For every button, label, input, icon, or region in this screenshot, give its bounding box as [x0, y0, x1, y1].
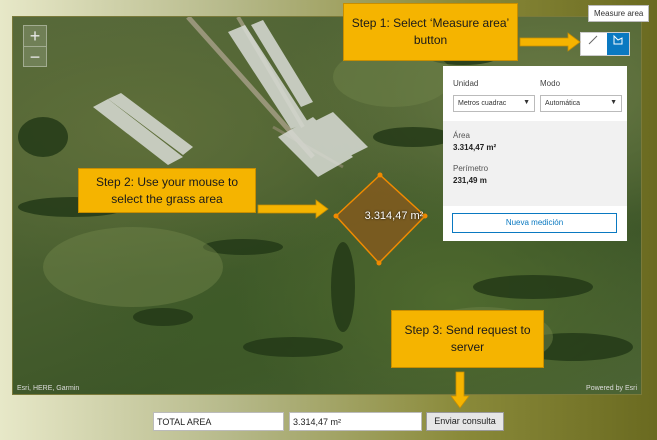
step2-callout: Step 2: Use your mouse to select the gra… [78, 168, 256, 213]
step3-callout: Step 3: Send request to server [391, 310, 544, 368]
mode-select[interactable]: Automática ▼ [540, 95, 622, 112]
powered-by-link[interactable]: Powered by Esri [586, 385, 637, 392]
measure-toolbar [580, 32, 630, 56]
ruler-icon[interactable] [581, 33, 605, 55]
unit-select[interactable]: Metros cuadrac ▼ [453, 95, 535, 112]
total-area-value-field[interactable] [289, 412, 422, 431]
area-result-label: Área [453, 131, 470, 140]
mode-label: Modo [540, 79, 561, 88]
area-result-value: 3.314,47 m² [453, 143, 497, 152]
step1-callout: Step 1: Select ‘Measure area’ button [343, 3, 518, 61]
perimeter-result-value: 231,49 m [453, 176, 487, 185]
perimeter-result-label: Perímetro [453, 164, 489, 173]
area-measure-icon[interactable] [607, 33, 629, 55]
chevron-down-icon: ▼ [523, 99, 530, 106]
zoom-control: + − [23, 25, 47, 67]
measurement-results: Área 3.314,47 m² Perímetro 231,49 m [443, 121, 627, 206]
mode-select-value: Automática [545, 100, 581, 107]
chevron-down-icon: ▼ [610, 99, 617, 106]
zoom-out-button[interactable]: − [24, 46, 46, 67]
new-measurement-button[interactable]: Nueva medición [452, 213, 617, 233]
zoom-in-button[interactable]: + [24, 26, 46, 46]
measurement-panel: Unidad Modo Metros cuadrac ▼ Automática … [443, 66, 627, 241]
unit-select-value: Metros cuadrac [458, 100, 507, 107]
measure-area-tooltip: Measure area [588, 5, 650, 22]
attribution-text: Esri, HERE, Garmin [17, 385, 80, 392]
area-map-label: 3.314,47 m² [364, 210, 424, 222]
total-area-label-field[interactable] [153, 412, 284, 431]
submit-button[interactable]: Enviar consulta [426, 412, 504, 431]
unit-label: Unidad [453, 79, 479, 88]
